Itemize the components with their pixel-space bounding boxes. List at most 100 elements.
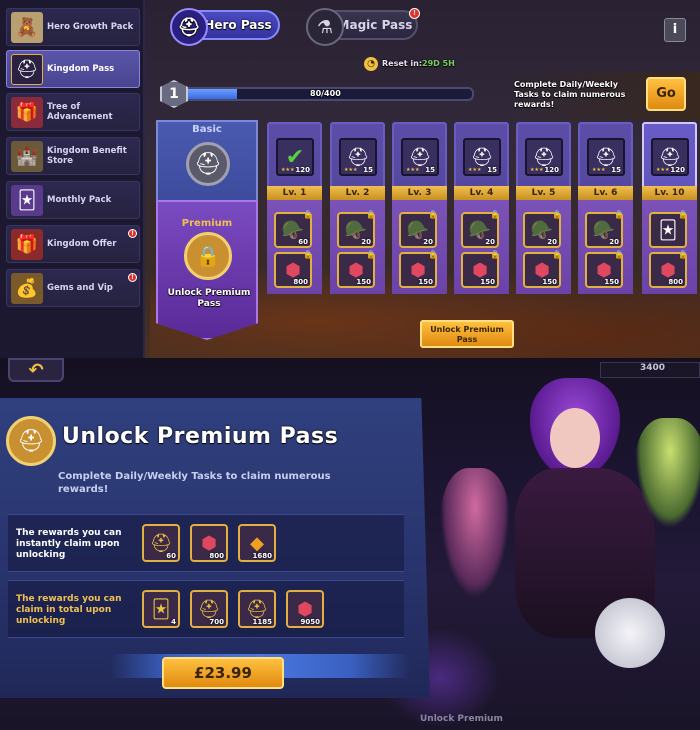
hero-shard-icon: ⛑ [658,146,682,168]
sidebar-item-tree-of-advancement[interactable]: 🎁 Tree of Advancement [6,93,140,131]
helmet-token-icon: ⛑ [197,598,221,620]
lock-icon: 🔒 [303,210,313,219]
basic-reward-slot[interactable]: ⛑ ★★★ 120 [651,138,689,176]
premium-reward-slot[interactable]: 🪖 🔒 20 [399,210,438,248]
tree-icon: 🎁 [11,97,43,128]
hero-shard-icon: ⛑ [532,146,556,168]
basic-helmet-icon: ⛑ [186,142,230,186]
premium-reward-slot[interactable]: 🪖 🔒 20 [523,210,562,248]
lock-icon: 🔒 [490,250,500,259]
reward-item[interactable]: ⬢ 9050 [286,590,324,628]
hero-shard-icon: ⛑ [594,146,618,168]
basic-reward-slot[interactable]: ⛑ ★★★ 120 [525,138,563,176]
premium-reward-slot[interactable]: 🪖 🔒 20 [461,210,500,248]
reward-count: 1680 [252,552,272,560]
premium-reward-slot[interactable]: ⬢ 🔒 150 [461,250,500,288]
lock-icon: 🔒 [614,250,624,259]
reward-item[interactable]: ◆ 1680 [238,524,276,562]
reward-item[interactable]: ⛑ 700 [190,590,228,628]
level-label: Lv. 5 [516,186,571,200]
unlock-premium-button[interactable]: Unlock Premium Pass [420,320,514,348]
reward-item[interactable]: ⛑ 60 [142,524,180,562]
sidebar-item-kingdom-offer[interactable]: 🎁 Kingdom Offer ! [6,225,140,263]
reset-timer: 29D 5H [422,59,455,68]
reward-count: 20 [485,238,495,246]
reward-count: 15 [611,166,621,174]
sidebar-item-monthly-pack[interactable]: 🃏 Monthly Pack [6,181,140,219]
premium-reward-slot[interactable]: ⬢ 🔒 150 [523,250,562,288]
premium-reward-slot[interactable]: ⬢ 🔒 150 [585,250,624,288]
level-label: Lv. 3 [392,186,447,200]
dialog-title: Unlock Premium Pass [62,424,339,449]
level-column[interactable]: ✔ ★★★ 120 Lv. 1 🪖 🔒 60 ⬢ 🔒 800 [267,122,322,294]
premium-reward-slot[interactable]: ⬢ 🔒 800 [274,250,313,288]
hero-shard-icon: ⛑ [245,598,269,620]
reward-count: 20 [423,238,433,246]
unlock-premium-label[interactable]: Unlock Premium Pass [162,288,256,310]
helmet-icon: ⛑ [11,54,43,85]
level-column[interactable]: ⛑ ★★★ 15 Lv. 4 🪖 🔒 20 ⬢ 🔒 150 [454,122,509,294]
helmet-token-icon: ⛑ [149,532,173,554]
star-rating: ★★★ [656,167,670,173]
star-rating: ★★★ [468,167,482,173]
total-rewards-label: The rewards you can claim in total upon … [16,593,122,626]
lock-icon: 🔒 [678,250,688,259]
reward-count: 150 [418,278,433,286]
level-label: Lv. 1 [267,186,322,200]
premium-track-header: Premium 🔒 Unlock Premium Pass [156,200,258,340]
sidebar-item-kingdom-pass[interactable]: ⛑ Kingdom Pass [6,50,140,88]
level-column[interactable]: ⛑ ★★★ 15 Lv. 6 🪖 🔒 20 ⬢ 🔒 150 [578,122,633,294]
sidebar-item-gems-and-vip[interactable]: 💰 Gems and Vip ! [6,269,140,307]
ruby-icon: ⬢ [297,598,313,620]
notification-badge: ! [128,273,137,282]
level-column[interactable]: ⛑ ★★★ 15 Lv. 2 🪖 🔒 20 ⬢ 🔒 150 [330,122,385,294]
sidebar-item-label: Kingdom Pass [47,64,115,74]
ruby-icon: ⬢ [201,532,217,554]
reward-count: 20 [547,238,557,246]
level-label: Lv. 2 [330,186,385,200]
tab-hero-pass[interactable]: ⛑ Hero Pass [170,8,280,46]
premium-reward-slot[interactable]: ⬢ 🔒 800 [649,250,688,288]
basic-reward-slot[interactable]: ⛑ ★★★ 15 [401,138,439,176]
reset-label: Reset in: [382,59,423,68]
tab-label: Magic Pass [337,18,413,32]
premium-reward-slot[interactable]: 🪖 🔒 20 [337,210,376,248]
premium-helmet-icon: ⛑ [6,416,56,466]
sidebar-item-label: Tree of Advancement [47,102,113,122]
go-button[interactable]: Go [646,77,686,111]
sidebar-item-hero-growth-pack[interactable]: 🧸 Hero Growth Pack [6,8,140,46]
reward-count: 800 [293,278,308,286]
lock-icon: 🔒 [366,250,376,259]
basic-reward-slot[interactable]: ✔ ★★★ 120 [276,138,314,176]
sidebar-item-kingdom-benefit-store[interactable]: 🏰 Kingdom Benefit Store [6,137,140,175]
basic-reward-slot[interactable]: ⛑ ★★★ 15 [587,138,625,176]
tab-magic-pass[interactable]: ⚗ Magic Pass ! [306,8,420,46]
premium-reward-slot[interactable]: 🪖 🔒 20 [585,210,624,248]
lock-icon: 🔒 [303,250,313,259]
reward-item[interactable]: ⬢ 800 [190,524,228,562]
hero-shard-icon: ⛑ [408,146,432,168]
reward-count: 120 [544,166,559,174]
premium-reward-slot[interactable]: ⬢ 🔒 150 [399,250,438,288]
level-column[interactable]: ⛑ ★★★ 120 Lv. 5 🪖 🔒 20 ⬢ 🔒 150 [516,122,571,294]
premium-reward-slot[interactable]: 🪖 🔒 60 [274,210,313,248]
premium-reward-slot[interactable]: ⬢ 🔒 150 [337,250,376,288]
premium-reward-slot[interactable]: 🃏 🔒 [649,210,688,248]
hero-icon: 🧸 [11,12,43,43]
level-column[interactable]: ⛑ ★★★ 15 Lv. 3 🪖 🔒 20 ⬢ 🔒 150 [392,122,447,294]
star-rating: ★★★ [281,167,295,173]
basic-reward-slot[interactable]: ⛑ ★★★ 15 [463,138,501,176]
back-button[interactable]: ↶ [8,358,64,382]
reward-item[interactable]: ⛑ 1185 [238,590,276,628]
lock-icon: 🔒 [614,210,624,219]
sidebar-item-label: Kingdom Benefit Store [47,146,127,166]
notification-badge: ! [409,8,420,19]
buy-button[interactable]: £23.99 [162,657,284,689]
reward-item[interactable]: 🃏 4 [142,590,180,628]
tab-label: Hero Pass [204,18,272,32]
basic-reward-slot[interactable]: ⛑ ★★★ 15 [339,138,377,176]
info-button[interactable]: i [664,18,686,42]
reward-count: 800 [209,552,224,560]
level-column[interactable]: ⛑ ★★★ 120 Lv. 10 🃏 🔒 ⬢ 🔒 800 [642,122,697,294]
premium-label: Premium [181,218,233,229]
